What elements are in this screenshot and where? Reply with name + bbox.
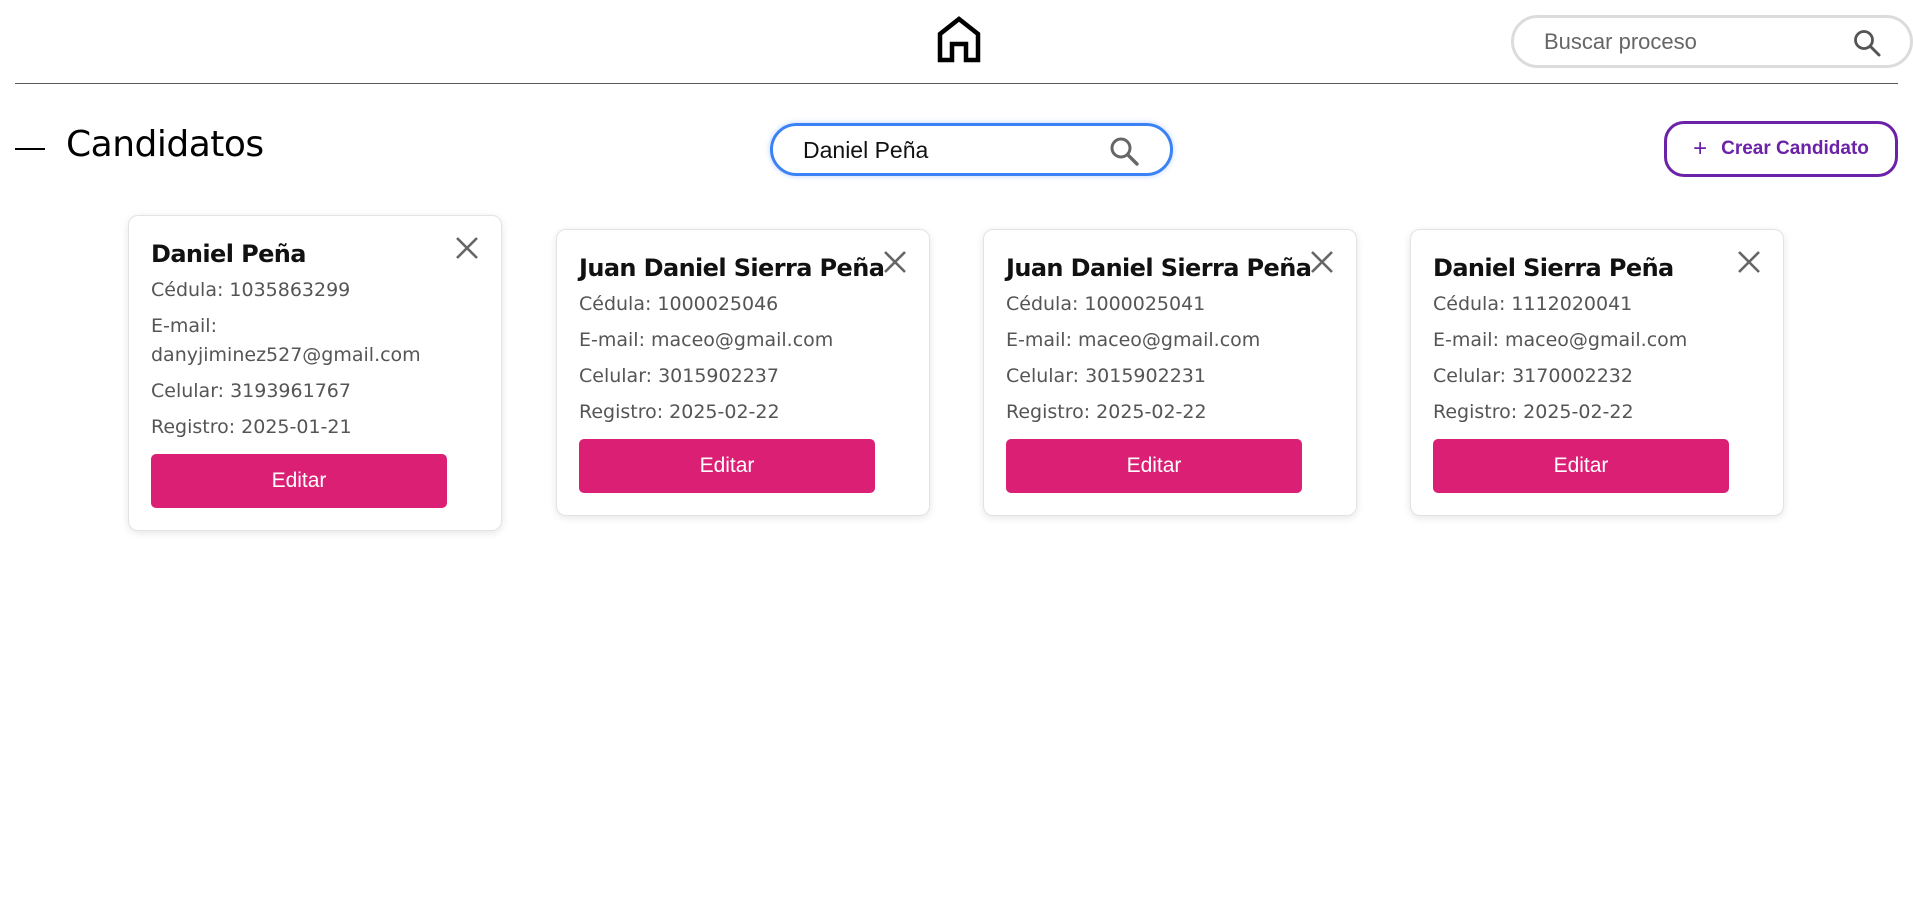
edit-button[interactable]: Editar	[1433, 439, 1729, 493]
candidate-email: E-mail: maceo@gmail.com	[579, 329, 834, 351]
edit-button[interactable]: Editar	[151, 454, 447, 508]
process-search-input[interactable]	[1544, 28, 1834, 56]
top-navbar	[15, 0, 1913, 84]
search-icon[interactable]	[1108, 135, 1140, 167]
search-icon[interactable]	[1852, 28, 1882, 58]
close-icon[interactable]	[1735, 248, 1763, 276]
candidate-registro: Registro: 2025-02-22	[1006, 401, 1207, 423]
create-candidate-label: Crear Candidato	[1721, 138, 1869, 159]
candidate-card: Daniel Peña Cédula: 1035863299 E-mail: dan…	[128, 215, 502, 531]
candidate-search-input[interactable]	[803, 136, 1103, 164]
candidate-email: E-mail: maceo@gmail.com	[1433, 329, 1688, 351]
candidate-search-box	[770, 123, 1173, 176]
candidate-email: E-mail: maceo@gmail.com	[1006, 329, 1261, 351]
process-search-box	[1511, 15, 1913, 68]
create-candidate-button[interactable]: + Crear Candidato	[1664, 121, 1898, 177]
candidate-email: E-mail: danyjiminez527@gmail.com	[151, 315, 421, 366]
candidate-registro: Registro: 2025-01-21	[151, 416, 352, 438]
close-icon[interactable]	[1308, 248, 1336, 276]
candidate-cedula: Cédula: 1000025046	[579, 293, 779, 315]
candidate-name: Daniel Peña	[151, 240, 306, 268]
close-icon[interactable]	[453, 234, 481, 262]
candidate-card: Juan Daniel Sierra Peña Cédula: 100002504…	[556, 229, 930, 516]
candidate-card: Juan Daniel Sierra Peña Cédula: 100002504…	[983, 229, 1357, 516]
candidate-card: Daniel Sierra Peña Cédula: 1112020041 E-m…	[1410, 229, 1784, 516]
close-icon[interactable]	[881, 248, 909, 276]
edit-button[interactable]: Editar	[1006, 439, 1302, 493]
candidate-registro: Registro: 2025-02-22	[1433, 401, 1634, 423]
home-icon[interactable]	[934, 14, 984, 64]
candidate-name: Juan Daniel Sierra Peña	[579, 254, 885, 282]
candidate-cedula: Cédula: 1035863299	[151, 279, 351, 301]
candidate-celular: Celular: 3170002232	[1433, 365, 1633, 387]
candidate-name: Daniel Sierra Peña	[1433, 254, 1674, 282]
edit-button[interactable]: Editar	[579, 439, 875, 493]
candidate-registro: Registro: 2025-02-22	[579, 401, 780, 423]
candidate-celular: Celular: 3015902231	[1006, 365, 1206, 387]
candidate-cedula: Cédula: 1112020041	[1433, 293, 1633, 315]
candidate-cedula: Cédula: 1000025041	[1006, 293, 1206, 315]
plus-icon: +	[1693, 135, 1708, 162]
page-title: Candidatos	[66, 124, 264, 165]
candidate-celular: Celular: 3193961767	[151, 380, 351, 402]
candidate-celular: Celular: 3015902237	[579, 365, 779, 387]
candidate-name: Juan Daniel Sierra Peña	[1006, 254, 1312, 282]
title-dash-decoration	[15, 148, 45, 150]
